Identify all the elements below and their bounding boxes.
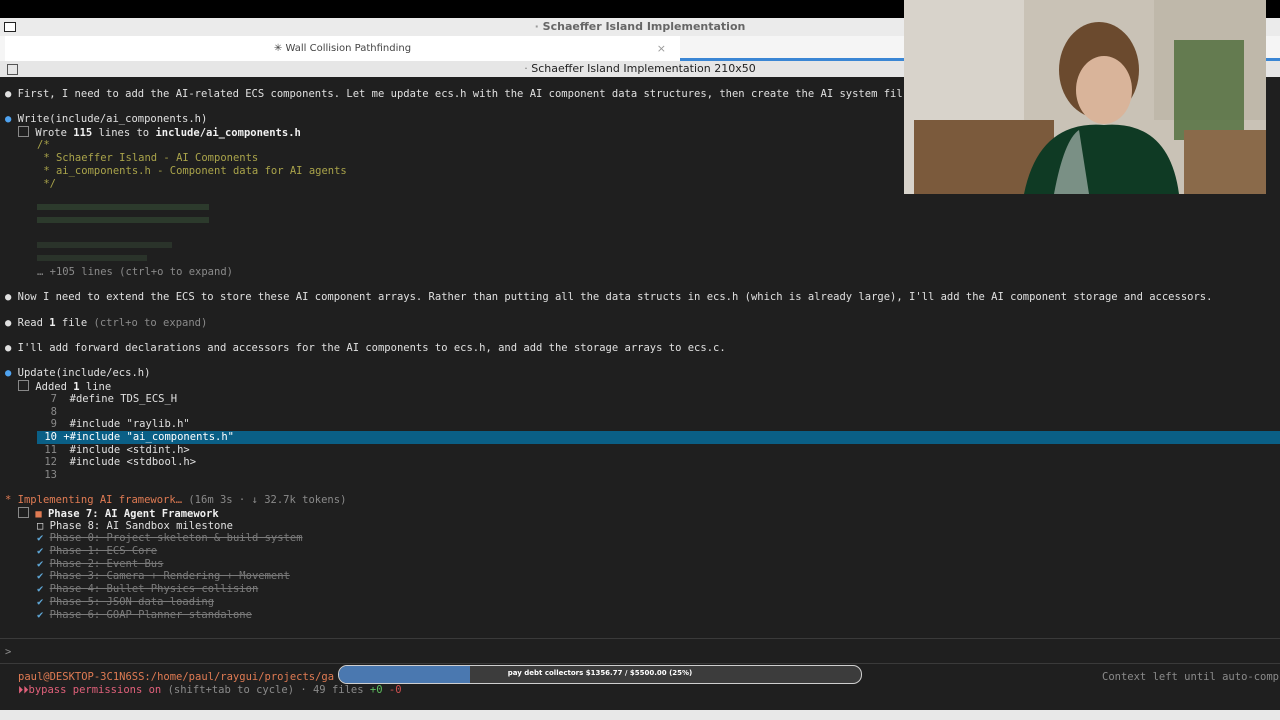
diff-line: 13 [44, 469, 57, 481]
context-left: Context left until auto-comp [1102, 671, 1280, 683]
code-line: /* [37, 139, 50, 151]
prompt-bottom-border [0, 663, 1280, 664]
code-line: * ai_components.h - Component data for A… [37, 165, 347, 177]
write-result: Wrote 115 lines to include/ai_components… [18, 126, 301, 139]
todo-item-done: ✔ Phase 3: Camera + Rendering + Movement [37, 570, 290, 582]
diff-line: 9 #include "raylib.h" [50, 418, 190, 430]
update-result: Added 1 line [18, 380, 111, 393]
todo-item-active: ■ Phase 7: AI Agent Framework [18, 507, 219, 520]
result-icon [18, 126, 29, 137]
prompt-symbol: > [5, 646, 12, 658]
webcam-overlay [904, 0, 1266, 194]
read-tool-call: ● Read 1 file (ctrl+o to expand) [5, 317, 208, 329]
prompt-top-border [0, 638, 1280, 639]
code-line: */ [37, 178, 56, 190]
diff-line: 12 #include <stdbool.h> [44, 456, 197, 468]
bottom-strip [0, 710, 1280, 720]
result-icon [18, 380, 29, 391]
diff-line: 7 #define TDS_ECS_H [50, 393, 178, 405]
window-title: Schaeffer Island Implementation [542, 20, 746, 33]
todo-item-done: ✔ Phase 5: JSON data loading [37, 596, 215, 608]
todo-item-done: ✔ Phase 4: Bullet Physics collision [37, 583, 259, 595]
intro-message: ● First, I need to add the AI-related EC… [5, 88, 903, 100]
extend-message: ● Now I need to extend the ECS to store … [5, 291, 1213, 303]
diff-line-added: 10 +#include "ai_components.h" [44, 431, 235, 443]
todo-icon [18, 507, 29, 518]
forward-message: ● I'll add forward declarations and acce… [5, 342, 726, 354]
bypass-status[interactable]: ⏵⏵bypass permissions on (shift+tab to cy… [18, 684, 402, 697]
todo-item-done: ✔ Phase 6: GOAP Planner standalone [37, 609, 252, 621]
update-tool-call: ● Update(include/ecs.h) [5, 367, 151, 379]
todo-item-done: ✔ Phase 0: Project skeleton & build syst… [37, 532, 303, 544]
code-line: * Schaeffer Island - AI Components [37, 152, 259, 164]
debt-progress-bar: pay debt collectors $1356.77 / $5500.00 … [338, 665, 862, 684]
pane-title: Schaeffer Island Implementation 210x50 [531, 62, 756, 75]
faded-code-block [37, 202, 217, 262]
status-line: * Implementing AI framework… (16m 3s · ↓… [5, 494, 347, 506]
progress-label: pay debt collectors $1356.77 / $5500.00 … [507, 669, 693, 677]
todo-item-done: ✔ Phase 1: ECS Core [37, 545, 158, 557]
webcam-scene [904, 0, 1266, 194]
expand-hint[interactable]: … +105 lines (ctrl+o to expand) [37, 266, 233, 279]
tab-label: ✳ Wall Collision Pathfinding [273, 43, 412, 54]
prompt-input[interactable] [18, 643, 1268, 659]
cwd-path: paul@DESKTOP-3C1N6SS:/home/paul/raygui/p… [18, 671, 335, 683]
write-tool-call: ● Write(include/ai_components.h) [5, 113, 208, 125]
close-tab-icon[interactable]: × [657, 36, 666, 61]
tab-wall-collision[interactable]: ✳ Wall Collision Pathfinding × [5, 36, 680, 61]
